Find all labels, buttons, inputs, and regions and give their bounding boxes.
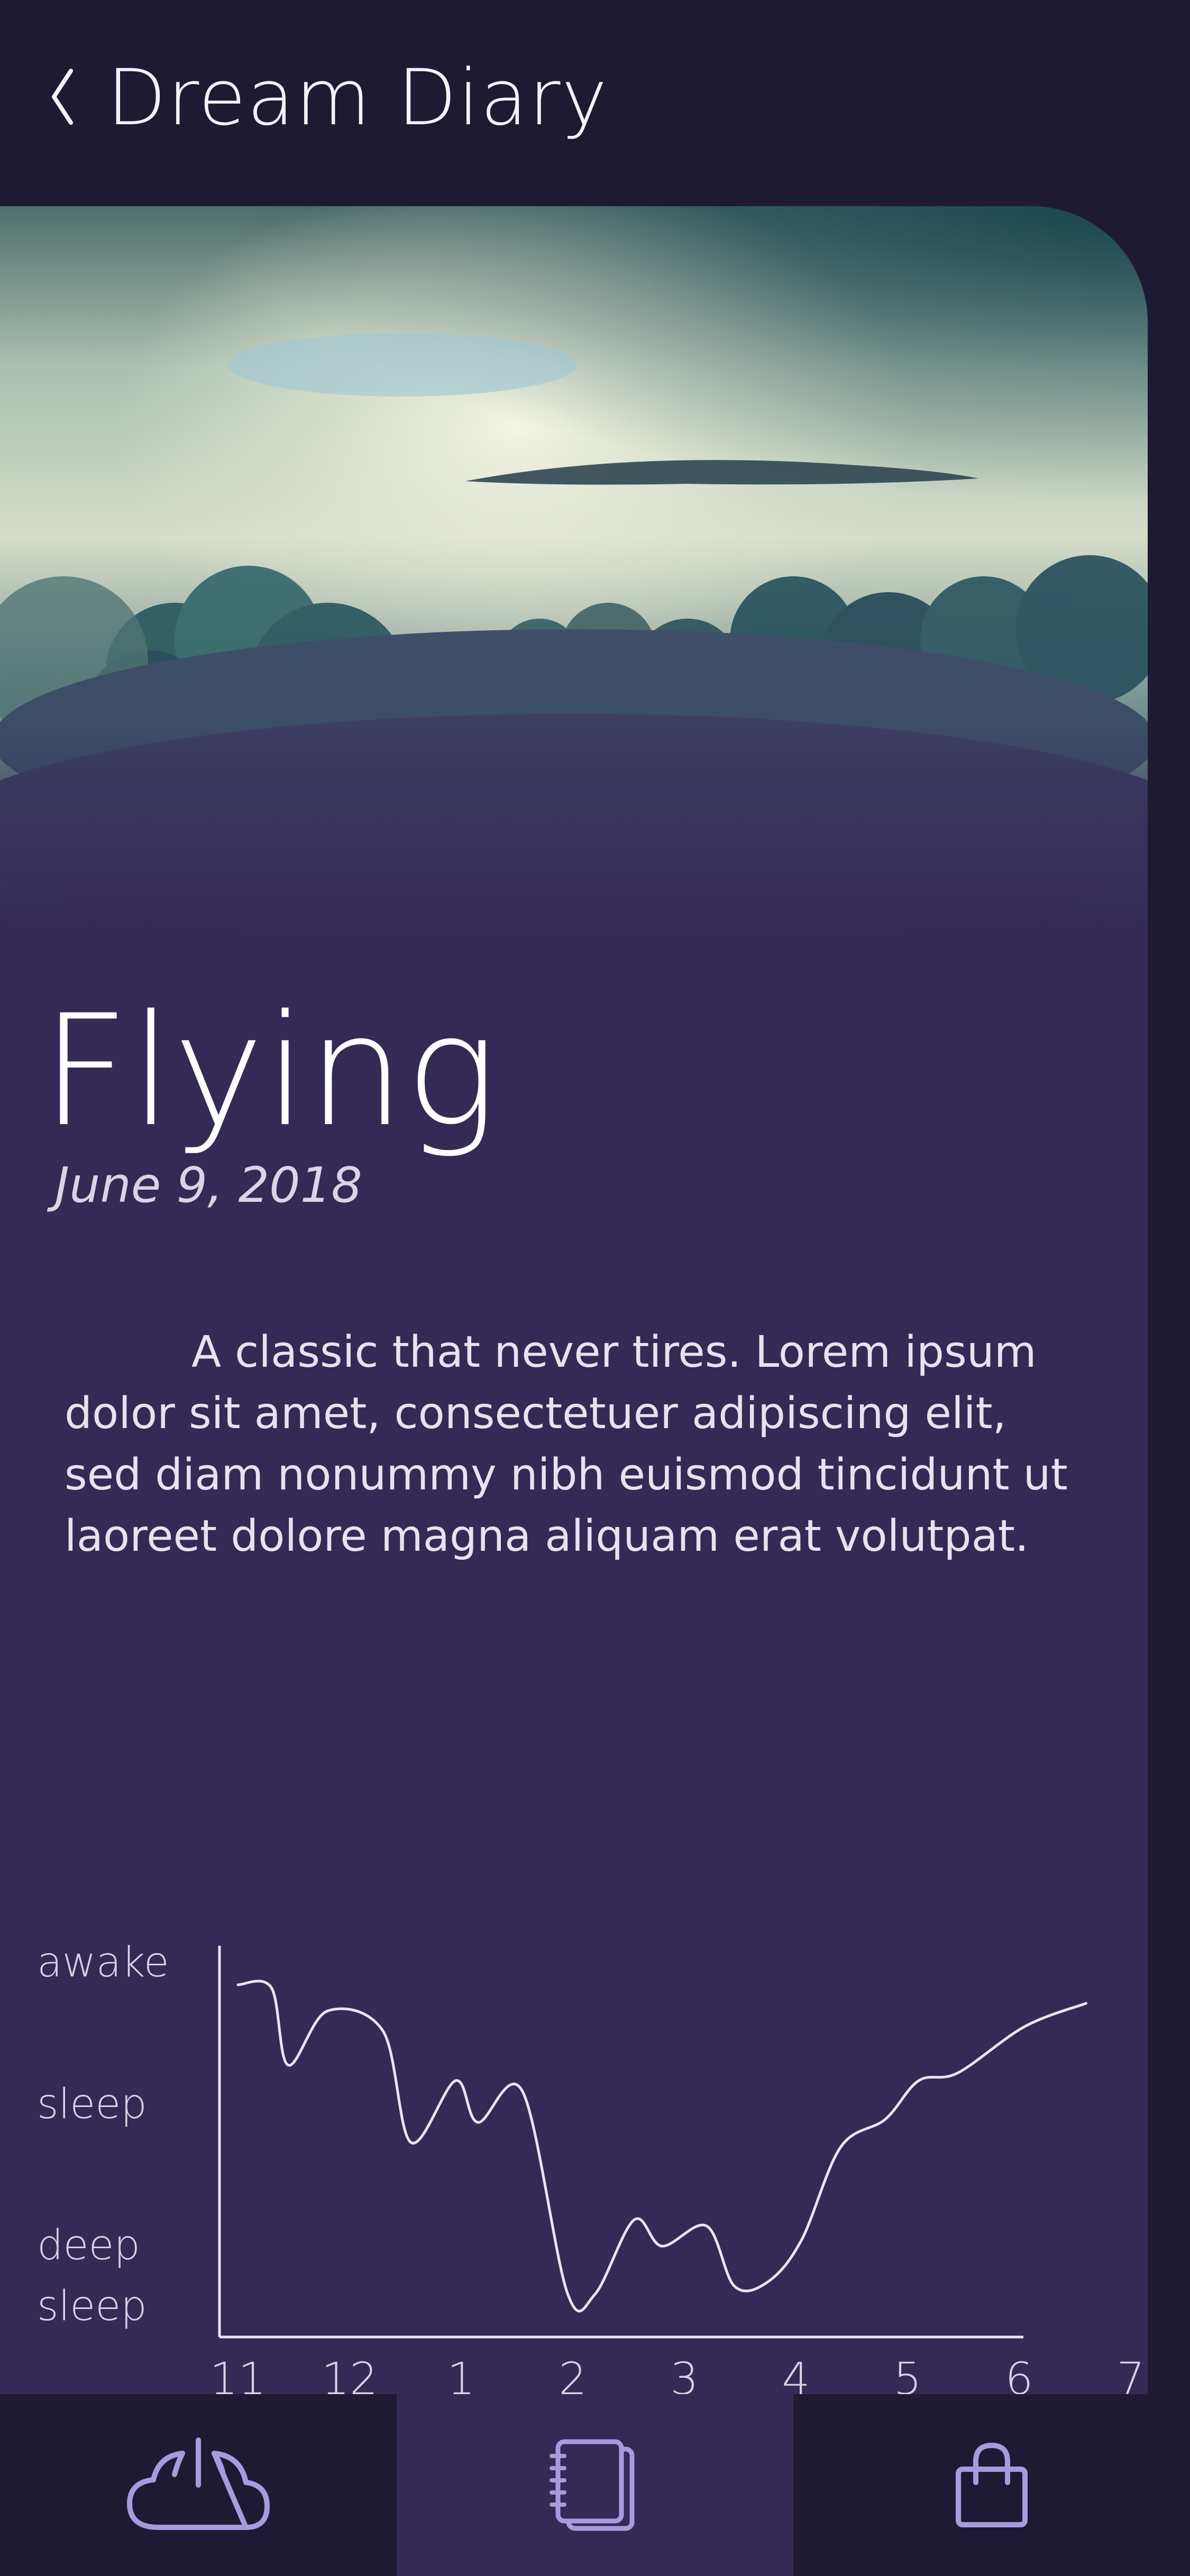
hero-image [0, 206, 1148, 941]
dream-title: Flying [41, 982, 498, 1161]
header-bar: Dream Diary [0, 0, 1190, 206]
bottom-nav [0, 2394, 1190, 2576]
tab-sleep-tracker[interactable] [0, 2394, 397, 2576]
chart-axes [218, 1946, 1023, 2339]
y-axis-label: deep [37, 2222, 140, 2269]
y-axis-label: awake [37, 1939, 169, 1986]
y-axis-label: sleep [37, 2081, 147, 2128]
tab-diary[interactable] [397, 2394, 793, 2576]
y-axis-label: sleep [37, 2283, 147, 2330]
dream-entry-card: Flying June 9, 2018 A classic that never… [0, 206, 1148, 2394]
x-axis-label: 4 [782, 2353, 810, 2394]
x-axis-label: 6 [1005, 2353, 1033, 2394]
x-axis-label: 2 [559, 2353, 587, 2394]
cloud-power-icon [127, 2437, 270, 2530]
sleep-chart-svg: awakesleepdeepsleep 11 12 1 2 3 4 5 6 7 [37, 1939, 1145, 2394]
app-title: Dream Diary [107, 53, 609, 143]
chart-series [236, 1980, 1088, 2313]
dream-date: June 9, 2018 [55, 1157, 362, 1213]
sleep-line [236, 1980, 1088, 2313]
x-axis-label: 7 [1116, 2353, 1145, 2394]
chevron-left-icon[interactable] [49, 68, 75, 126]
tab-shop[interactable] [793, 2394, 1190, 2576]
app-screen: Dream Diary Flying June 9, 2018 A classi… [0, 0, 1190, 2576]
x-axis-labels: 11 12 1 2 3 4 5 6 7 [210, 2353, 1145, 2394]
x-axis-label: 11 [210, 2353, 267, 2394]
sleep-chart: awake sleep deep sleep 11 12 1 2 3 4 5 6 7 [0, 1930, 1148, 2394]
x-axis-label: 12 [322, 2353, 378, 2394]
x-axis-label: 1 [447, 2353, 475, 2394]
x-axis-label: 5 [893, 2353, 921, 2394]
y-axis-labels: awake sleep deep sleep [37, 1939, 169, 2330]
dream-description: A classic that never tires. Lorem ipsum … [65, 1327, 1068, 1561]
x-axis-label: 3 [670, 2353, 698, 2394]
shopping-bag-icon [956, 2442, 1028, 2527]
notebook-icon [550, 2439, 635, 2531]
